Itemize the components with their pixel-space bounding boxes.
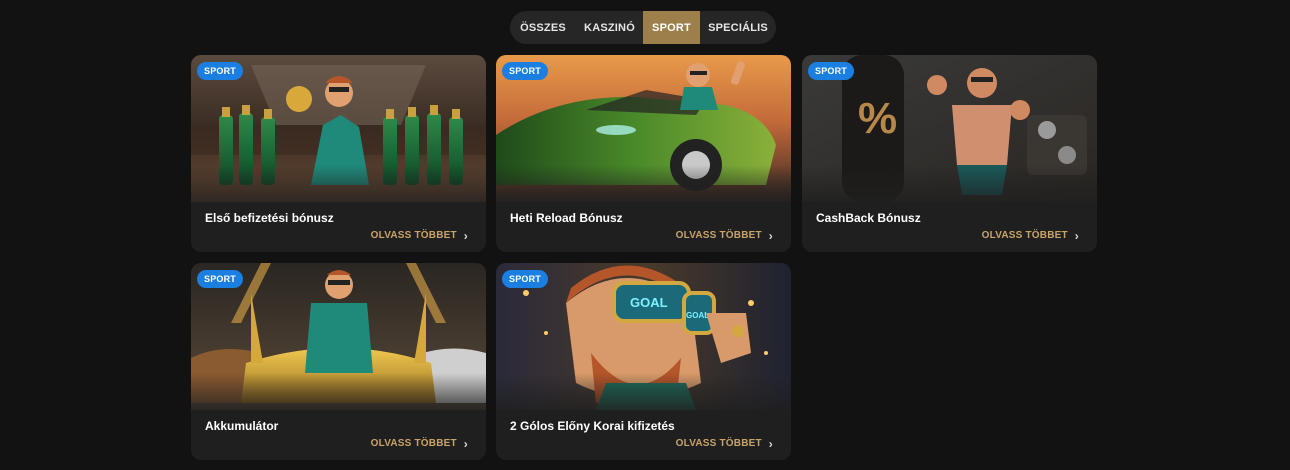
tab-special[interactable]: SPECIÁLIS xyxy=(700,11,776,44)
read-more-link[interactable]: OLVASS TÖBBET › xyxy=(676,436,773,451)
read-more-link[interactable]: OLVASS TÖBBET › xyxy=(371,228,468,243)
svg-text:GOAL: GOAL xyxy=(630,295,668,310)
tab-casino[interactable]: KASZINÓ xyxy=(576,11,643,44)
sport-badge: SPORT xyxy=(197,270,244,288)
promo-title: Első befizetési bónusz xyxy=(205,211,334,225)
promo-title: Akkumulátor xyxy=(205,419,279,433)
promo-card-weekly-reload[interactable]: SPORT Heti Reload Bónusz OLVASS TÖBBET › xyxy=(496,55,791,252)
chevron-right-icon: › xyxy=(463,228,468,243)
sport-badge: SPORT xyxy=(502,270,549,288)
promo-title: 2 Gólos Előny Korai kifizetés xyxy=(510,419,675,433)
chevron-right-icon: › xyxy=(463,436,468,451)
sport-badge: SPORT xyxy=(197,62,244,80)
chevron-right-icon: › xyxy=(768,436,773,451)
promo-title: CashBack Bónusz xyxy=(816,211,921,225)
read-more-link[interactable]: OLVASS TÖBBET › xyxy=(676,228,773,243)
svg-text:%: % xyxy=(858,94,897,143)
promo-card-cashback[interactable]: % SPORT CashBack Bónusz OLVASS TÖBBET › xyxy=(802,55,1097,252)
svg-text:GOAL: GOAL xyxy=(686,311,709,320)
tab-all[interactable]: ÖSSZES xyxy=(510,11,576,44)
sport-badge: SPORT xyxy=(808,62,855,80)
promo-filter-tabs: ÖSSZES KASZINÓ SPORT SPECIÁLIS xyxy=(510,11,776,44)
promo-card-accumulator[interactable]: SPORT Akkumulátor OLVASS TÖBBET › xyxy=(191,263,486,460)
sport-badge: SPORT xyxy=(502,62,549,80)
promo-card-two-goal-early-payout[interactable]: GOAL GOAL SPORT 2 Gólos Előny Korai kifi… xyxy=(496,263,791,460)
tab-sport[interactable]: SPORT xyxy=(643,11,700,44)
read-more-link[interactable]: OLVASS TÖBBET › xyxy=(982,228,1079,243)
chevron-right-icon: › xyxy=(1074,228,1079,243)
promo-title: Heti Reload Bónusz xyxy=(510,211,623,225)
chevron-right-icon: › xyxy=(768,228,773,243)
read-more-link[interactable]: OLVASS TÖBBET › xyxy=(371,436,468,451)
promo-card-first-deposit[interactable]: SPORT Első befizetési bónusz OLVASS TÖBB… xyxy=(191,55,486,252)
